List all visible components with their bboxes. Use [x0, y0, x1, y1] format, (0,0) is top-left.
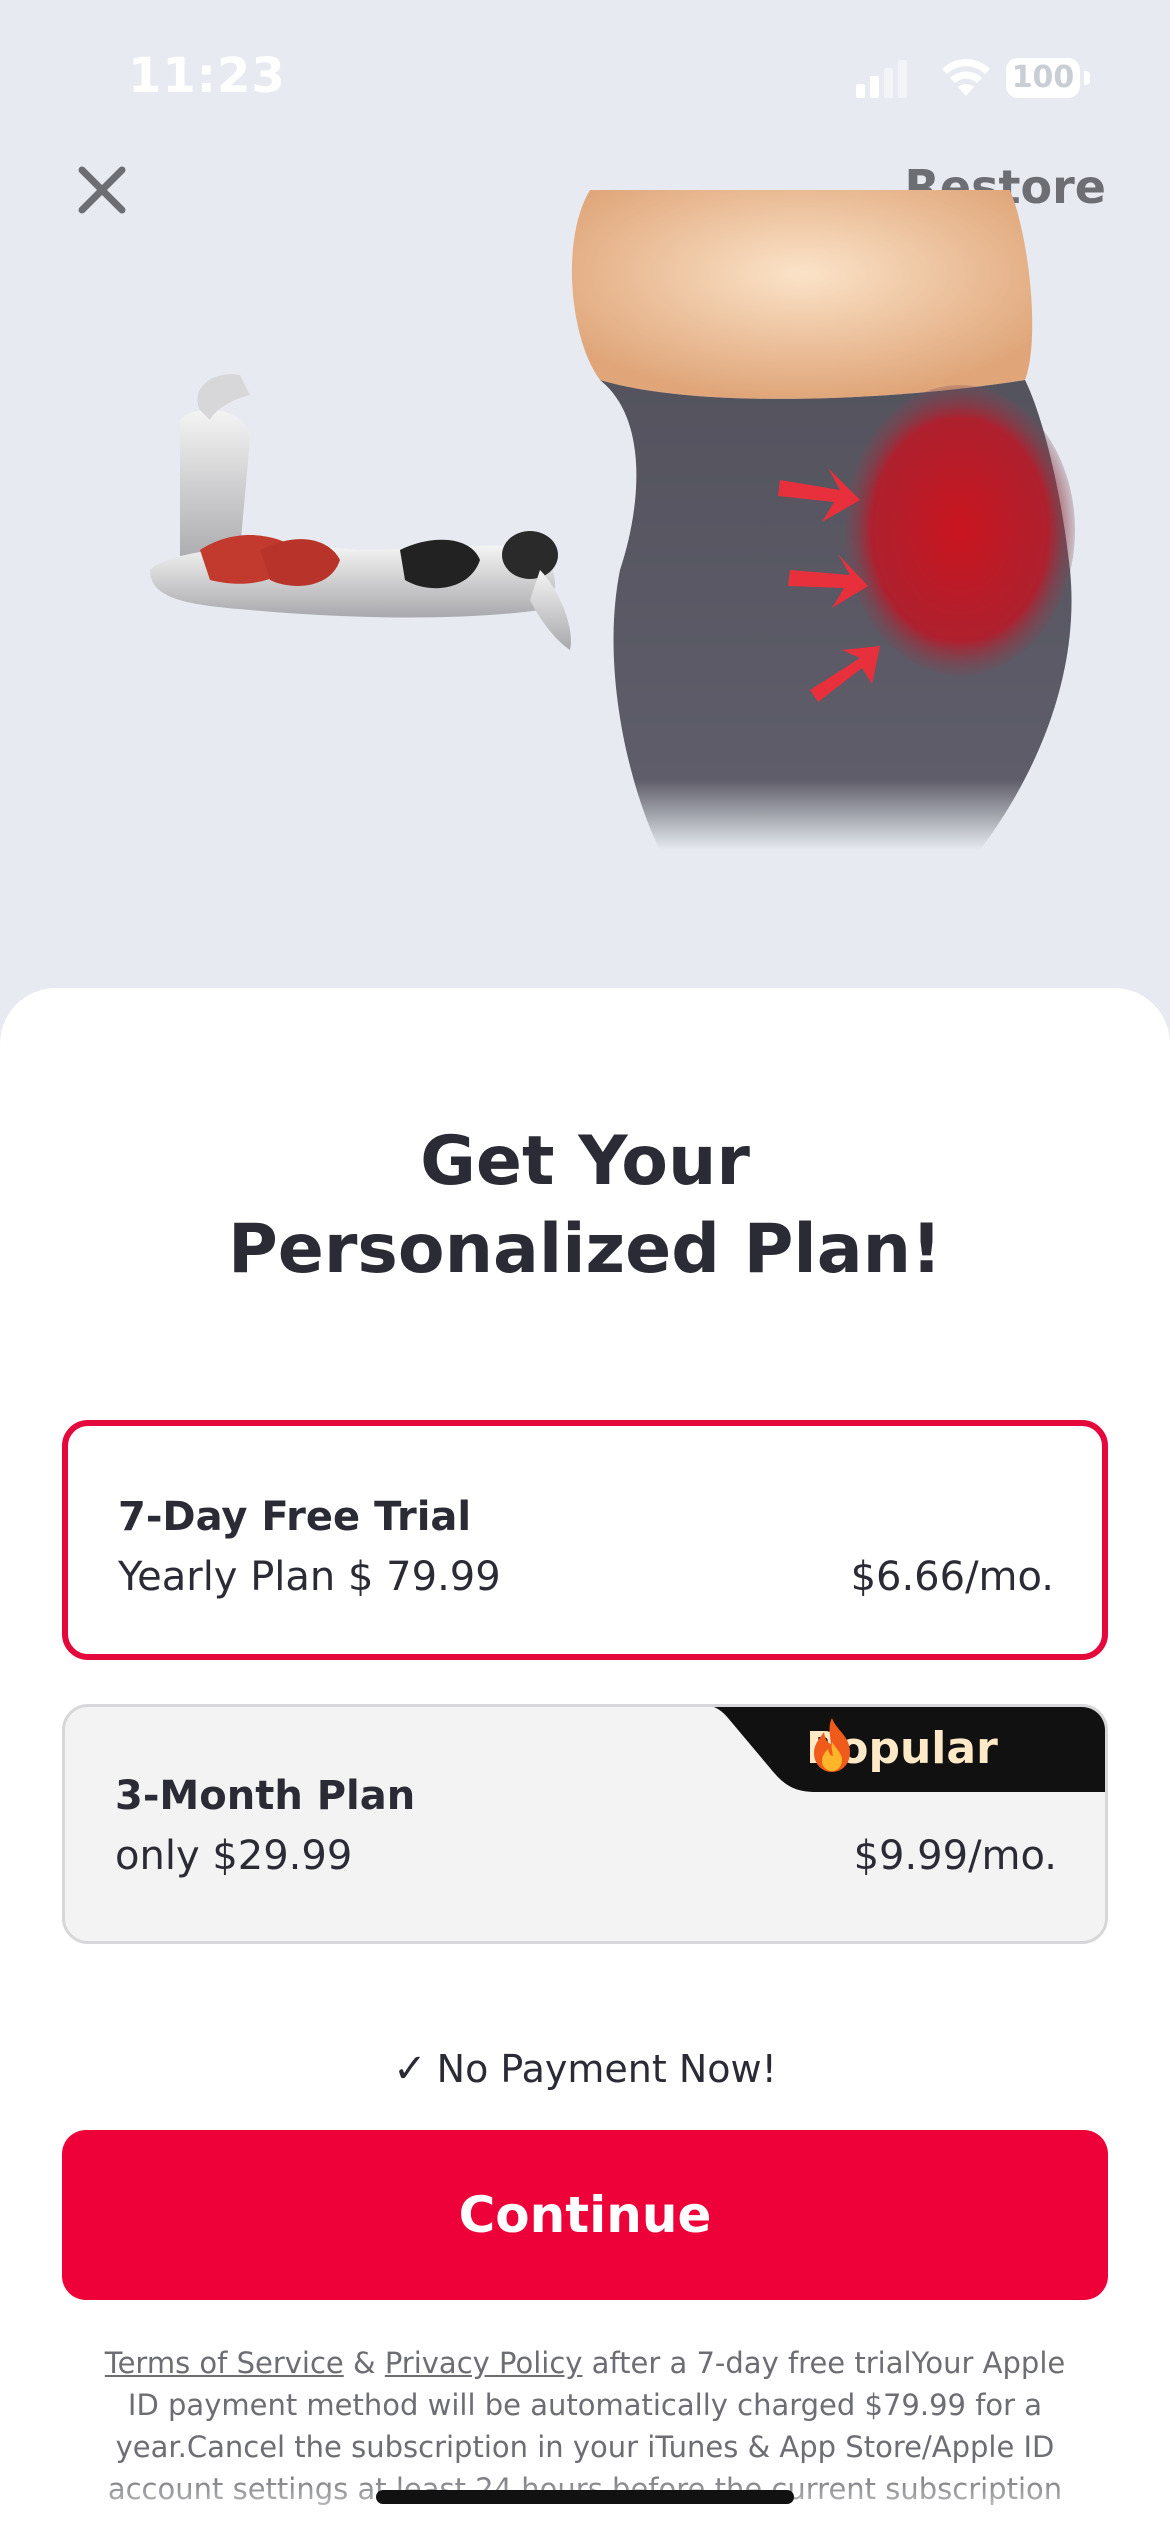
status-bar: 11:23 100	[0, 0, 1170, 140]
no-payment-note: ✓ No Payment Now!	[0, 2046, 1170, 2092]
wifi-icon	[942, 59, 990, 96]
terms-of-service-link[interactable]: Terms of Service	[105, 2346, 344, 2380]
battery-icon: 100	[1006, 58, 1092, 100]
exercise-figure	[150, 374, 571, 650]
plan-title: 3-Month Plan	[115, 1773, 416, 1819]
check-icon: ✓	[393, 2046, 427, 2092]
battery-level: 100	[1011, 60, 1075, 95]
signal-icon	[856, 60, 907, 98]
fire-icon	[814, 1718, 850, 1772]
status-time: 11:23	[128, 48, 286, 104]
plan-subtitle: only $29.99	[115, 1833, 353, 1879]
privacy-policy-link[interactable]: Privacy Policy	[385, 2346, 583, 2380]
plan-monthly-price: $6.66/mo.	[850, 1554, 1054, 1600]
plan-option-3-month[interactable]: Popular 3-Month Plan only $29.99 $9.99/m…	[62, 1704, 1108, 1944]
plan-monthly-price: $9.99/mo.	[853, 1833, 1057, 1879]
page-title: Get Your Personalized Plan!	[227, 1122, 943, 1289]
home-indicator[interactable]	[376, 2490, 794, 2504]
plan-option-yearly[interactable]: 7-Day Free Trial Yearly Plan $ 79.99 $6.…	[62, 1420, 1108, 1660]
glute-exercise-illustration	[150, 190, 1075, 850]
no-payment-text: No Payment Now!	[436, 2047, 777, 2091]
continue-button[interactable]: Continue	[62, 2130, 1108, 2300]
plan-subtitle: Yearly Plan $ 79.99	[118, 1554, 501, 1600]
popular-badge: Popular	[698, 1707, 1105, 1792]
plan-title: 7-Day Free Trial	[118, 1494, 472, 1540]
